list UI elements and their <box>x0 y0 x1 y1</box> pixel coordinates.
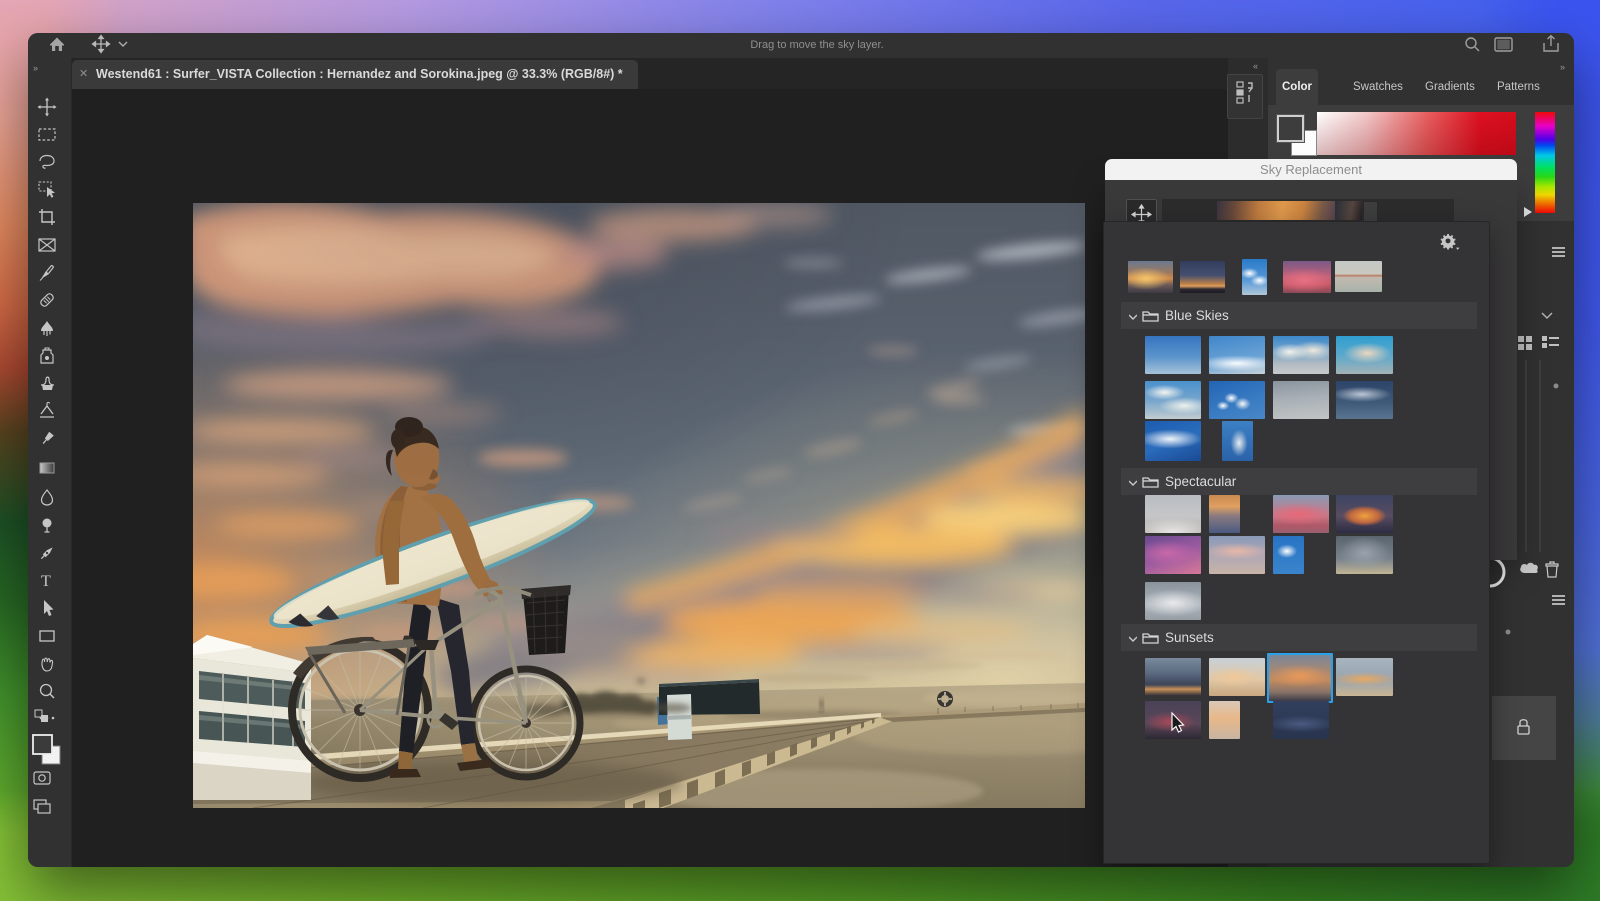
svg-text:T: T <box>41 573 51 590</box>
svg-text:»: » <box>33 63 38 73</box>
svg-text:Drag to move the sky layer.: Drag to move the sky layer. <box>750 39 883 51</box>
